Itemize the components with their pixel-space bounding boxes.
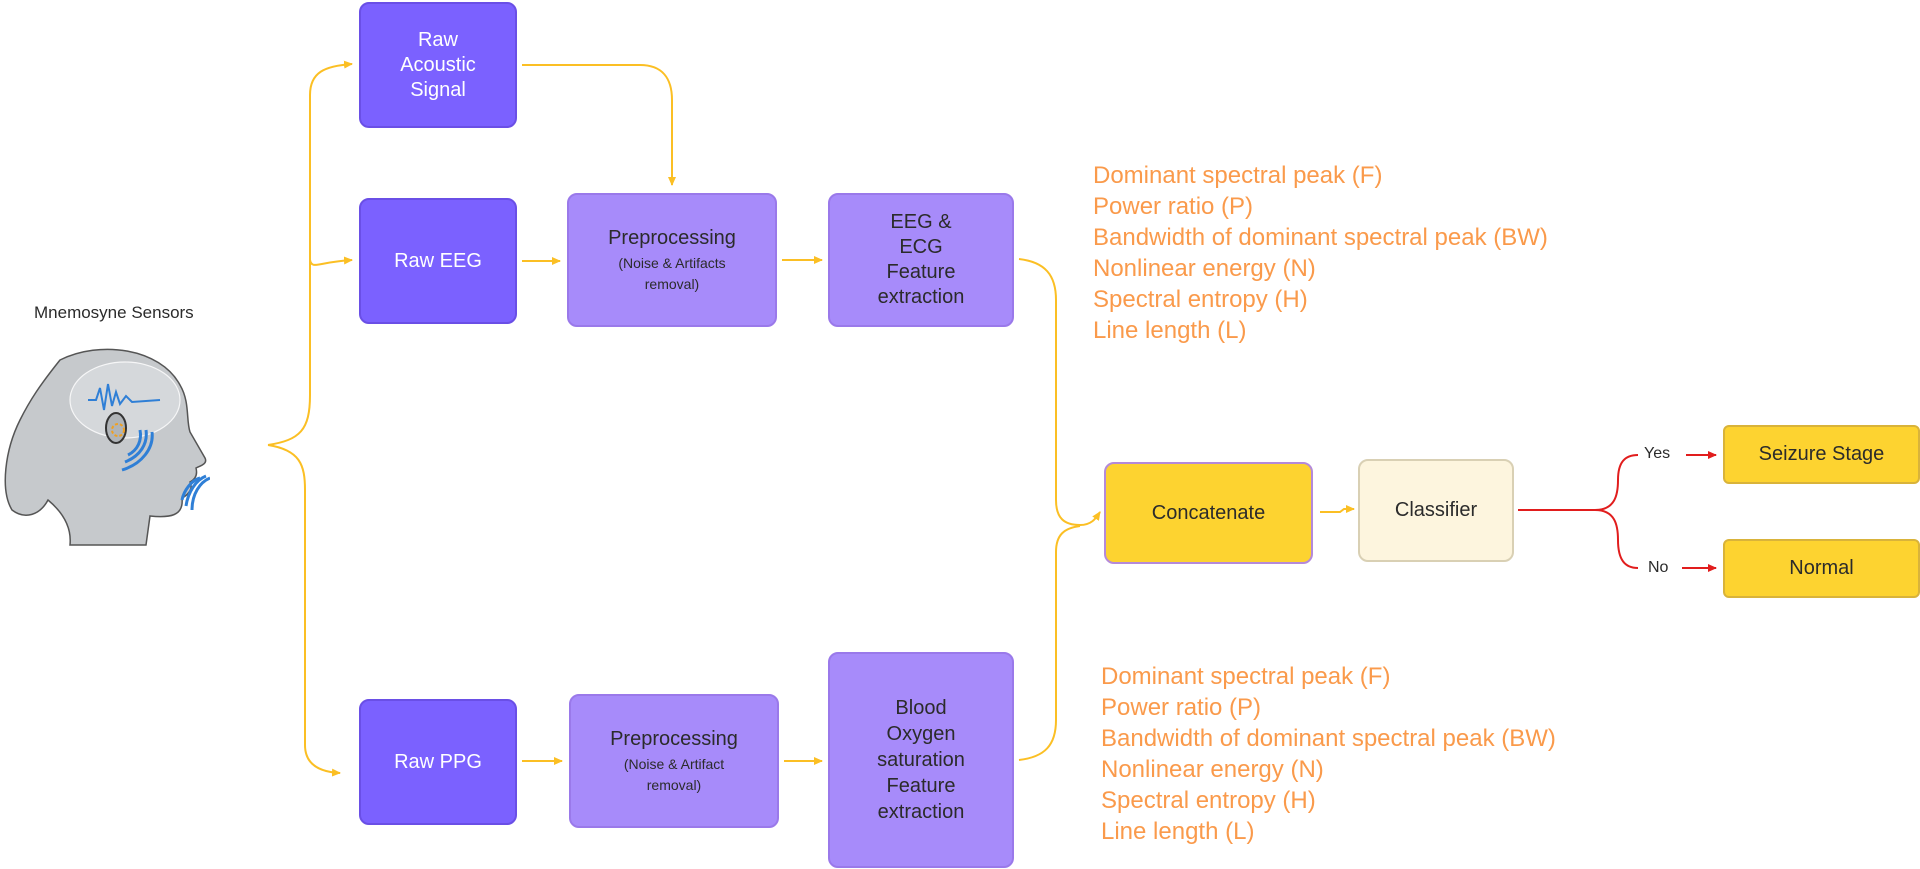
flow-concat-to-classifier <box>1320 505 1355 513</box>
flow-ppg-features-to-concat <box>1018 525 1081 761</box>
classifier-label: Classifier <box>1394 499 1478 521</box>
normal-node[interactable]: Normal <box>1723 539 1920 598</box>
eeg-ecg-feature-extraction-label: EEG & ECG Feature extraction <box>877 211 965 308</box>
raw-ppg-node[interactable]: Raw PPG <box>359 699 517 825</box>
feature-item: Bandwidth of dominant spectral peak (BW) <box>1101 725 1556 752</box>
eeg-feature-list: Dominant spectral peak (F) Power ratio (… <box>1093 160 1548 346</box>
eeg-ecg-feature-extraction-node[interactable]: EEG & ECG Feature extraction <box>828 193 1014 327</box>
flow-eeg-features-to-concat <box>1018 258 1101 527</box>
ppg-feature-list: Dominant spectral peak (F) Power ratio (… <box>1101 661 1556 847</box>
seizure-stage-node[interactable]: Seizure Stage <box>1723 425 1920 484</box>
blood-oxygen-feature-extraction-label: Blood Oxygen saturation Feature extracti… <box>877 697 965 823</box>
feature-item: Spectral entropy (H) <box>1101 787 1316 814</box>
seizure-stage-label: Seizure Stage <box>1758 443 1885 465</box>
decision-no-label: No <box>1648 559 1669 576</box>
sensors-title: Mnemosyne Sensors <box>34 303 194 322</box>
head-with-earbud-sensor-icon <box>0 340 211 555</box>
feature-item: Bandwidth of dominant spectral peak (BW) <box>1093 224 1548 251</box>
eeg-preprocessing-subtitle: (Noise & Artifacts removal) <box>618 255 726 292</box>
flow-acoustic-to-preprocessing <box>522 64 676 186</box>
feature-item: Nonlinear energy (N) <box>1093 255 1316 282</box>
flow-sensor-to-acoustic <box>267 60 353 446</box>
ppg-preprocessing-node[interactable]: Preprocessing (Noise & Artifact removal) <box>569 694 779 828</box>
eeg-preprocessing-node[interactable]: Preprocessing (Noise & Artifacts removal… <box>567 193 777 327</box>
feature-item: Line length (L) <box>1101 818 1255 845</box>
decision-yes-label: Yes <box>1644 445 1671 462</box>
raw-acoustic-signal-label: Raw Acoustic Signal <box>400 28 476 101</box>
feature-item: Power ratio (P) <box>1093 193 1254 220</box>
concatenate-node[interactable]: Concatenate <box>1104 462 1313 564</box>
feature-item: Dominant spectral peak (F) <box>1101 663 1391 690</box>
raw-ppg-label: Raw PPG <box>394 750 482 773</box>
feature-item: Dominant spectral peak (F) <box>1093 162 1383 189</box>
ppg-preprocessing-subtitle: (Noise & Artifact removal) <box>623 756 725 793</box>
flow-classifier-split <box>1518 454 1639 511</box>
ppg-preprocessing-title: Preprocessing <box>610 728 738 751</box>
raw-eeg-label: Raw EEG <box>394 249 482 272</box>
feature-item: Nonlinear energy (N) <box>1101 756 1324 783</box>
feature-item: Spectral entropy (H) <box>1093 286 1308 313</box>
flow-sensor-to-eeg <box>309 256 353 266</box>
eeg-preprocessing-title: Preprocessing <box>608 227 736 250</box>
flow-classifier-split-no <box>1594 509 1639 569</box>
feature-item: Line length (L) <box>1093 317 1247 344</box>
classifier-node[interactable]: Classifier <box>1358 459 1514 562</box>
feature-item: Power ratio (P) <box>1101 694 1262 721</box>
raw-acoustic-signal-node[interactable]: Raw Acoustic Signal <box>359 2 517 128</box>
raw-eeg-node[interactable]: Raw EEG <box>359 198 517 324</box>
normal-label: Normal <box>1789 557 1854 579</box>
blood-oxygen-feature-extraction-node[interactable]: Blood Oxygen saturation Feature extracti… <box>828 652 1014 868</box>
flow-sensor-to-ppg <box>267 444 341 777</box>
concatenate-label: Concatenate <box>1151 501 1266 524</box>
